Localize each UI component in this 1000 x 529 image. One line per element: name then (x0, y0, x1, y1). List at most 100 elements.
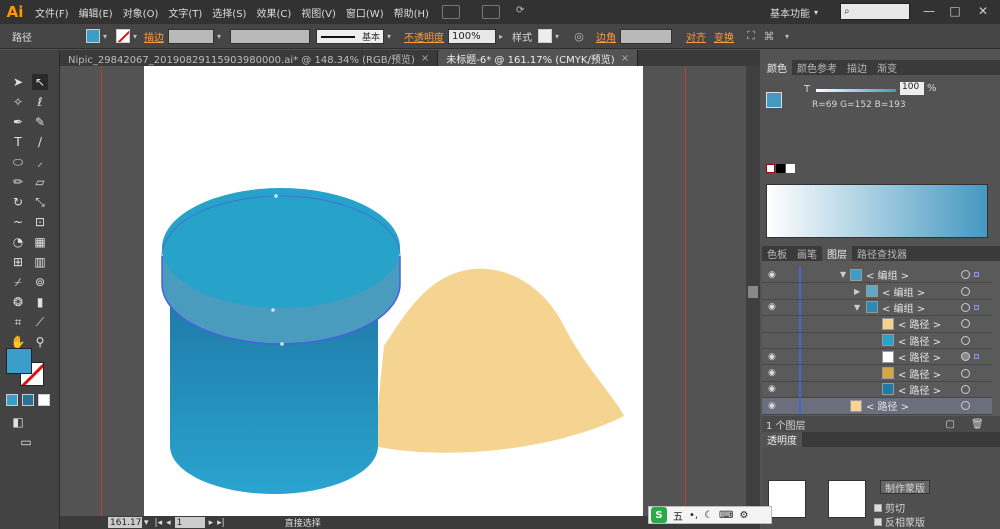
menu-type[interactable]: 文字(T) (163, 0, 207, 24)
page-field[interactable]: 1 (174, 517, 205, 528)
layer-row[interactable]: ◉ ▼ < 编组 > (762, 299, 992, 317)
corner-link[interactable]: 边角 (592, 29, 620, 44)
tab-document-2[interactable]: 未标题-6* @ 161.17% (CMYK/预览) × (438, 50, 639, 66)
stroke-link[interactable]: 描边 (140, 29, 168, 44)
target-icon[interactable] (961, 270, 970, 280)
tab-swatches[interactable]: 色板 (762, 246, 792, 261)
eyedropper-icon[interactable]: ⌿ (10, 274, 26, 290)
moon-icon[interactable]: ☾ (704, 510, 713, 521)
direct-selection-tool-icon[interactable]: ↖ (32, 74, 48, 90)
arrange-icon[interactable]: ⌘ (764, 29, 775, 43)
shadow-shape[interactable] (374, 268, 624, 453)
tab-color-guide[interactable]: 颜色参考 (792, 60, 842, 75)
tab-document-1[interactable]: Nipic_29842067_20190829115903980000.ai* … (60, 50, 439, 66)
blend-tool-icon[interactable]: ⊚ (32, 274, 48, 290)
symbol-sprayer-icon[interactable]: ❂ (10, 294, 26, 310)
stroke-dropdown[interactable]: ▾ (130, 29, 140, 43)
ellipse-tool-icon[interactable]: ⬭ (10, 154, 26, 170)
next-page-icon[interactable]: ▸ (209, 518, 214, 528)
shape-builder-icon[interactable]: ◔ (10, 234, 26, 250)
target-icon[interactable] (961, 335, 970, 345)
menu-select[interactable]: 选择(S) (207, 0, 251, 24)
magic-wand-icon[interactable]: ✧ (10, 94, 26, 110)
sync-icon[interactable]: ⟳ (516, 5, 534, 19)
layer-row[interactable]: < 路径 > (762, 316, 992, 333)
target-icon[interactable] (961, 401, 970, 411)
recolor-icon[interactable]: ◎ (574, 29, 584, 43)
visibility-eye-icon[interactable]: ◉ (768, 384, 778, 394)
align-link[interactable]: 对齐 (682, 29, 710, 44)
tint-field[interactable]: 100 (900, 82, 924, 95)
layer-row[interactable]: ◉ < 路径 > (762, 348, 992, 366)
panel-fill-swatch[interactable] (766, 92, 782, 108)
visibility-eye-icon[interactable]: ◉ (768, 352, 778, 362)
cylinder-top[interactable] (162, 188, 400, 308)
artboard[interactable] (144, 66, 643, 516)
gradient-tool-icon[interactable]: ▥ (32, 254, 48, 270)
tab-pathfinder[interactable]: 路径查找器 (852, 246, 912, 261)
close-icon[interactable]: ✕ (974, 4, 992, 20)
line-tool-icon[interactable]: / (32, 134, 48, 150)
layer-row[interactable]: ◉ < 路径 > (762, 398, 992, 415)
bridge-icon[interactable] (441, 5, 460, 19)
target-icon[interactable] (961, 352, 970, 362)
stroke-swatch[interactable] (116, 29, 130, 43)
target-icon[interactable] (961, 302, 970, 312)
menu-window[interactable]: 窗口(W) (341, 0, 389, 24)
style-dropdown[interactable]: ▾ (552, 29, 562, 43)
scroll-thumb[interactable] (748, 286, 758, 298)
opacity-field[interactable]: 100% (448, 28, 496, 44)
gradient-mode-icon[interactable] (22, 394, 34, 406)
none-mode-icon[interactable] (38, 394, 50, 406)
paintbrush-icon[interactable]: ⸝ (32, 154, 48, 170)
opacity-dropdown[interactable]: ▸ (496, 29, 506, 43)
punctuation-icon[interactable]: •, (689, 510, 698, 521)
eraser-icon[interactable]: ▱ (32, 174, 48, 190)
close-icon[interactable]: × (621, 53, 629, 64)
corner-field[interactable] (620, 28, 672, 44)
vertical-scrollbar[interactable] (746, 66, 760, 516)
prev-page-icon[interactable]: ◂ (166, 518, 171, 528)
pen-tool-icon[interactable]: ✒ (10, 114, 26, 130)
first-page-icon[interactable]: |◂ (155, 518, 163, 528)
stroke-weight-dropdown[interactable]: ▾ (214, 29, 224, 43)
rotate-tool-icon[interactable]: ↻ (10, 194, 26, 210)
artboard-tool-icon[interactable]: ⌗ (10, 314, 26, 330)
workspace-switcher[interactable]: 基本功能 ▾ (770, 3, 835, 21)
brush-definition[interactable]: 基本 (316, 28, 384, 44)
target-icon[interactable] (961, 286, 970, 296)
selection-tool-icon[interactable]: ➤ (10, 74, 26, 90)
tab-gradient[interactable]: 渐变 (872, 60, 902, 75)
brush-dropdown[interactable]: ▾ (384, 29, 394, 43)
ime-mode[interactable]: 五 (673, 508, 683, 523)
opacity-link[interactable]: 不透明度 (400, 29, 448, 44)
free-transform-icon[interactable]: ⊡ (32, 214, 48, 230)
visibility-eye-icon[interactable]: ◉ (768, 302, 778, 312)
menu-help[interactable]: 帮助(H) (389, 0, 434, 24)
none-swatch[interactable] (766, 164, 775, 173)
keyboard-icon[interactable]: ⌨ (719, 510, 733, 521)
collapse-arrow-icon[interactable]: ▼ (840, 270, 846, 279)
perspective-grid-icon[interactable]: ▦ (32, 234, 48, 250)
target-icon[interactable] (961, 368, 970, 378)
layer-row[interactable]: ◉ < 路径 > (762, 381, 992, 399)
curvature-tool-icon[interactable]: ✎ (32, 114, 48, 130)
make-mask-button[interactable]: 制作蒙版 (880, 480, 930, 495)
color-mode-icon[interactable] (6, 394, 18, 406)
isolate-icon[interactable]: ⛶ (746, 29, 756, 43)
visibility-eye-icon[interactable]: ◉ (768, 270, 778, 280)
menu-object[interactable]: 对象(O) (118, 0, 164, 24)
draw-mode-icon[interactable]: ◧ (10, 414, 26, 430)
menu-view[interactable]: 视图(V) (296, 0, 341, 24)
menu-edit[interactable]: 编辑(E) (74, 0, 118, 24)
slice-tool-icon[interactable]: ⟋ (32, 314, 48, 330)
invert-checkbox[interactable]: 反相蒙版 (874, 514, 925, 529)
search-input[interactable]: ⌕ (840, 3, 910, 20)
pencil-icon[interactable]: ✏ (10, 174, 26, 190)
layer-row[interactable]: ▶ < 编组 > (762, 283, 992, 300)
lasso-icon[interactable]: ℓ (32, 94, 48, 110)
graph-tool-icon[interactable]: ▮ (32, 294, 48, 310)
fill-swatch[interactable] (86, 29, 100, 43)
color-spectrum[interactable] (766, 184, 988, 238)
layer-row[interactable]: ◉ < 路径 > (762, 365, 992, 382)
